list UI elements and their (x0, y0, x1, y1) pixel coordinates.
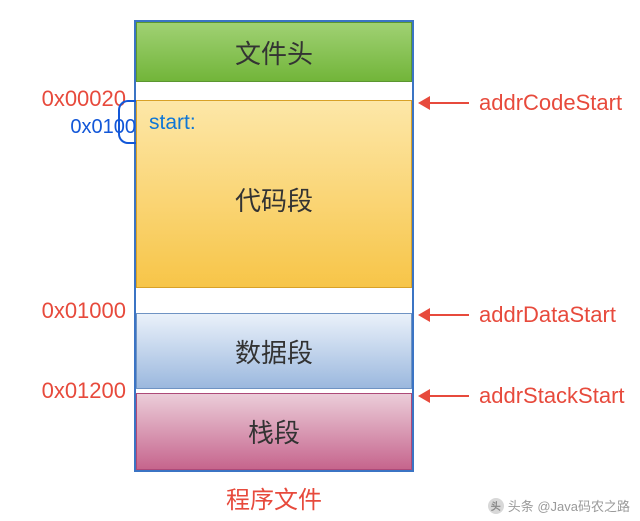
arrow-line (429, 314, 469, 316)
arrow-line (429, 395, 469, 397)
segment-code-label: 代码段 (137, 181, 411, 218)
segment-stack: 栈段 (136, 393, 412, 470)
pointer-code: addrCodeStart (418, 90, 622, 116)
segment-header: 文件头 (136, 22, 412, 82)
arrow-line (429, 102, 469, 104)
pointer-stack: addrStackStart (418, 383, 625, 409)
toutiao-icon: 头 (488, 498, 504, 514)
pointer-stack-label: addrStackStart (479, 383, 625, 409)
addr-data-start: 0x01000 (6, 298, 126, 324)
segment-data-label: 数据段 (235, 333, 313, 370)
watermark-text: 头条 @Java码农之路 (508, 496, 630, 515)
pointer-data: addrDataStart (418, 302, 616, 328)
addr-code-start: 0x00020 (6, 86, 126, 112)
memory-layout-diagram: 文件头 start: 代码段 数据段 栈段 0x00020 0x0100 0x0… (0, 0, 640, 521)
entry-offset-brace (118, 100, 136, 144)
watermark: 头 头条 @Java码农之路 (488, 496, 630, 515)
segment-code: start: 代码段 (136, 100, 412, 288)
pointer-code-label: addrCodeStart (479, 90, 622, 116)
segment-data: 数据段 (136, 313, 412, 389)
code-entry-symbol: start: (149, 111, 196, 135)
segment-stack-label: 栈段 (248, 413, 300, 450)
pointer-data-label: addrDataStart (479, 302, 616, 328)
segment-header-label: 文件头 (235, 34, 313, 71)
diagram-caption: 程序文件 (134, 480, 414, 515)
addr-stack-start: 0x01200 (6, 378, 126, 404)
